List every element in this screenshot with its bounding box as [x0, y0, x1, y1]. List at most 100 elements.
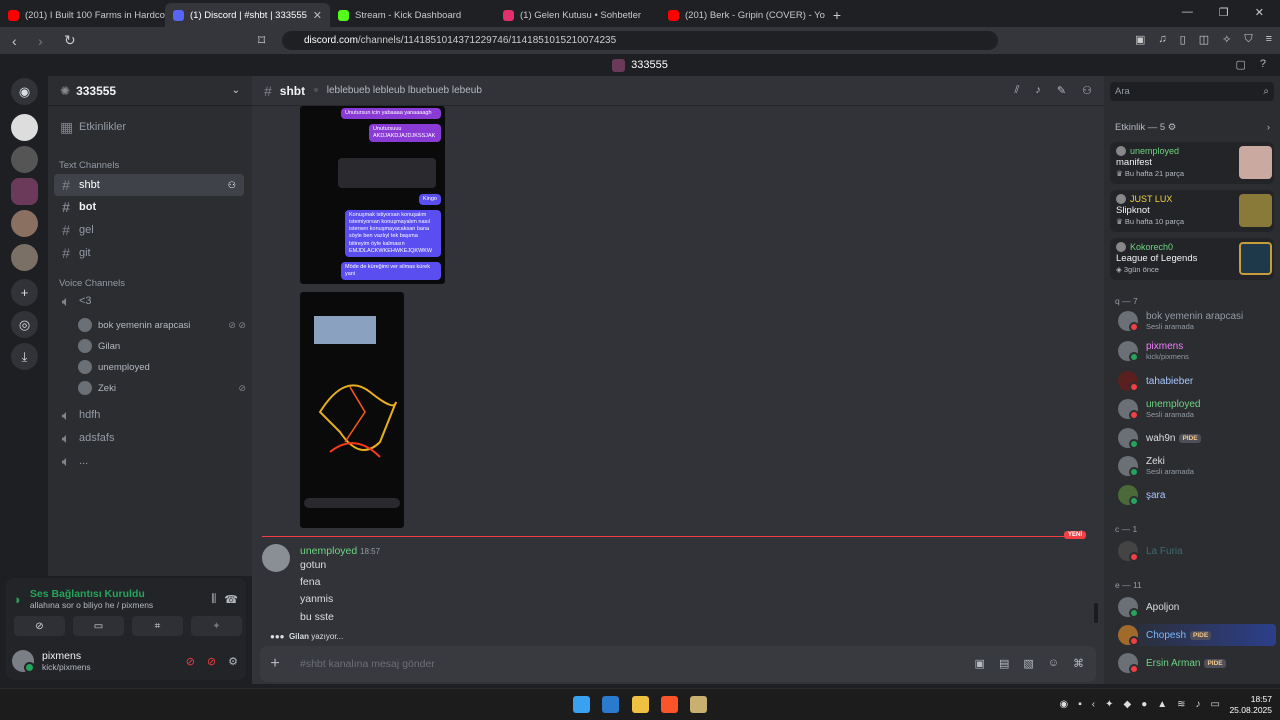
message-input[interactable]: #shbt kanalına mesaj gönder	[300, 658, 435, 670]
voice-user[interactable]: unemployed	[78, 358, 246, 376]
clock[interactable]: 18:57 25.08.2025	[1229, 694, 1272, 716]
avatar[interactable]	[12, 650, 35, 673]
restore-icon[interactable]: ❐	[1219, 6, 1229, 19]
minimize-icon[interactable]: —	[1182, 6, 1193, 19]
menu-icon[interactable]: ≡	[1266, 33, 1272, 46]
member-item[interactable]: Ersin Arman PIDE	[1118, 652, 1276, 674]
forward-icon[interactable]: ›	[38, 33, 52, 49]
brave-browser-icon[interactable]	[661, 696, 678, 713]
deafened-icon[interactable]: ⊘	[207, 655, 216, 668]
tray-icon[interactable]: ▪	[1078, 699, 1082, 710]
app-icon[interactable]	[690, 696, 707, 713]
volume-icon[interactable]: ♪	[1196, 699, 1201, 710]
file-explorer-icon[interactable]	[632, 696, 649, 713]
browser-tab[interactable]: (201) I Built 100 Farms in Hardcore M	[0, 3, 165, 27]
server-icon[interactable]	[11, 178, 38, 205]
browser-tab[interactable]: Stream - Kick Dashboard	[330, 3, 495, 27]
voice-channel[interactable]: 🔈︎ adsfafs	[54, 427, 244, 449]
close-window-icon[interactable]: ✕	[1255, 6, 1264, 19]
member-list-icon[interactable]: ⚇	[1082, 84, 1092, 97]
member-item[interactable]: wah9n PIDE	[1118, 427, 1276, 449]
browser-tab[interactable]: (1) Gelen Kutusu • Sohbetler	[495, 3, 660, 27]
activity-card[interactable]: unemployed manifest ♛ Bu hafta 21 parça	[1110, 142, 1274, 184]
channel-git[interactable]: # git	[54, 242, 244, 264]
member-item[interactable]: Chopesh PIDE	[1118, 624, 1276, 646]
category-text-channels[interactable]: Text Channels	[59, 160, 119, 171]
tray-icon[interactable]: ●	[1141, 699, 1147, 710]
tray-icon[interactable]: ◆	[1124, 699, 1132, 710]
message-author[interactable]: unemployed	[300, 545, 357, 557]
emoji-icon[interactable]: ☺	[1048, 657, 1059, 670]
noise-suppression-icon[interactable]: ⫼	[211, 593, 216, 606]
camera-off-button[interactable]: ⊘	[14, 616, 65, 636]
member-item[interactable]: tahabieber	[1118, 370, 1276, 392]
wifi-icon[interactable]: ≋	[1177, 699, 1185, 710]
close-tab-icon[interactable]: ✕	[313, 9, 322, 22]
tray-icon[interactable]: ‹	[1092, 699, 1095, 710]
member-item[interactable]: pixmens kick/pixmens	[1118, 340, 1276, 362]
sidebar-icon[interactable]: ▯	[1180, 33, 1186, 46]
discord-home-icon[interactable]: ◉	[11, 78, 38, 105]
sticker-icon[interactable]: ▧	[1023, 657, 1033, 670]
voice-channel[interactable]: 🔈︎ <3	[54, 290, 244, 312]
pin-icon[interactable]: ✎	[1057, 84, 1066, 97]
voice-user[interactable]: Zeki ⊘	[78, 379, 246, 397]
scrollbar[interactable]	[1094, 603, 1098, 623]
settings-gear-icon[interactable]: ⚙	[228, 655, 238, 668]
leo-icon[interactable]: ✧	[1222, 33, 1231, 46]
photos-icon[interactable]	[602, 696, 619, 713]
battery-icon[interactable]: ▭	[1211, 699, 1220, 710]
voice-user[interactable]: bok yemenin arapcasi ⊘ ⊘	[78, 316, 246, 334]
add-member-icon[interactable]: ⚇	[228, 180, 236, 191]
attachment-image[interactable]	[300, 292, 404, 528]
server-icon[interactable]	[11, 210, 38, 237]
channel-bot[interactable]: # bot	[54, 196, 244, 218]
member-item[interactable]: La Furia	[1118, 540, 1276, 562]
reload-icon[interactable]: ↻	[64, 32, 78, 49]
explore-icon[interactable]: ◎	[11, 311, 38, 338]
threads-icon[interactable]: ⫽	[1015, 84, 1020, 97]
voice-user[interactable]: Gilan	[78, 337, 246, 355]
bell-icon[interactable]: ♪	[1035, 84, 1041, 97]
member-item[interactable]: unemployed Sesli aramada	[1118, 398, 1276, 420]
member-item[interactable]: şara	[1118, 484, 1276, 506]
activity-card[interactable]: Kokorech0 League of Legends ◈ 3gün önce	[1110, 238, 1274, 280]
channel-topic[interactable]: leblebueb lebleub lbuebueb lebeub	[327, 85, 482, 96]
member-item[interactable]: bok yemenin arapcasi Sesli aramada	[1118, 310, 1276, 332]
browser-tab-active[interactable]: (1) Discord | #shbt | 333555 ✕	[165, 3, 330, 27]
channel-gel[interactable]: # gel	[54, 219, 244, 241]
category-voice-channels[interactable]: Voice Channels	[59, 278, 125, 289]
download-icon[interactable]: ⤓	[11, 343, 38, 370]
disconnect-icon[interactable]: ☎	[224, 593, 238, 606]
gift-icon[interactable]: ▣	[975, 657, 985, 670]
activity-card[interactable]: JUST LUX Slipknot ♛ Bu hafta 10 parça	[1110, 190, 1274, 232]
server-icon[interactable]	[11, 114, 38, 141]
tray-icon[interactable]: ◉	[1059, 699, 1068, 710]
screenshot-icon[interactable]: ▣	[1135, 33, 1145, 46]
events-item[interactable]: ▦ Etkinlikler	[54, 116, 244, 138]
member-item[interactable]: Zeki Sesli aramada	[1118, 455, 1276, 477]
server-header[interactable]: ✺ 333555 ⌄	[48, 76, 252, 106]
browser-tab[interactable]: (201) Berk - Gripin (COVER) - You	[660, 3, 825, 27]
server-icon[interactable]	[11, 146, 38, 173]
avatar[interactable]	[262, 544, 290, 572]
tray-icon[interactable]: ✦	[1105, 699, 1113, 710]
gif-icon[interactable]: ▤	[999, 657, 1009, 670]
inbox-icon[interactable]: ▢	[1235, 58, 1245, 71]
add-server-icon[interactable]: +	[11, 279, 38, 306]
mic-muted-icon[interactable]: ⊘	[186, 655, 195, 668]
voice-channel[interactable]: 🔈︎ hdfh	[54, 404, 244, 426]
soundboard-button[interactable]: ✦	[191, 616, 242, 636]
back-icon[interactable]: ‹	[12, 33, 26, 49]
help-icon[interactable]: ?	[1260, 58, 1266, 71]
gear-icon[interactable]: ⚙	[1168, 122, 1177, 133]
tray-icon[interactable]: ▲	[1157, 699, 1167, 710]
apps-icon[interactable]: ⌘	[1073, 657, 1084, 670]
new-tab-button[interactable]: +	[825, 3, 849, 27]
member-item[interactable]: Apoljon	[1118, 596, 1276, 618]
chevron-right-icon[interactable]: ›	[1267, 122, 1270, 133]
upload-plus-icon[interactable]: +	[260, 655, 290, 673]
windows-start-icon[interactable]	[573, 696, 590, 713]
vpn-icon[interactable]: ⛉	[1244, 33, 1252, 46]
activity-button[interactable]: ⌗	[132, 616, 183, 636]
